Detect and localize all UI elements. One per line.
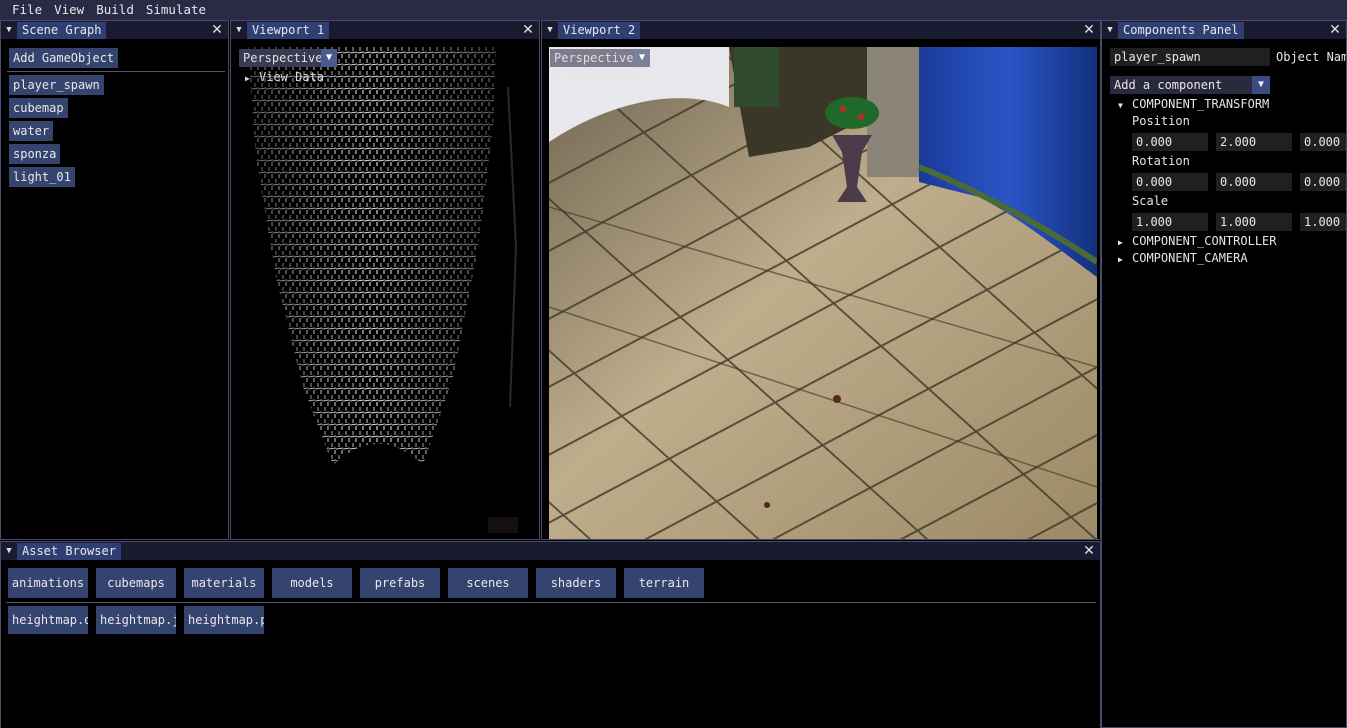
menu-simulate[interactable]: Simulate (140, 0, 212, 20)
rotation-label: Rotation (1132, 154, 1190, 168)
expand-triangle-icon: ▶ (556, 74, 561, 83)
viewport1-render[interactable] (238, 47, 538, 539)
close-x-icon[interactable]: ✕ (210, 21, 224, 39)
file-heightmap-d[interactable]: heightmap.d (8, 606, 88, 634)
add-component-dropdown[interactable]: Add a component ▼ (1110, 76, 1270, 94)
scene-object-light-01[interactable]: light_01 (9, 167, 75, 187)
scene-object-sponza[interactable]: sponza (9, 144, 61, 164)
viewport2-titlebar[interactable]: ▼ Viewport 2 ✕ (542, 21, 1100, 39)
projection-label: Perspective (554, 51, 634, 65)
folder-materials[interactable]: materials (184, 568, 264, 598)
rotation-y-field[interactable]: 0.000 (1216, 173, 1292, 191)
position-label: Position (1132, 114, 1190, 128)
controller-header-label: COMPONENT_CONTROLLER (1132, 234, 1277, 248)
transform-header-label: COMPONENT_TRANSFORM (1132, 97, 1270, 111)
viewport2-render[interactable] (549, 47, 1097, 539)
collapse-triangle-icon[interactable]: ▼ (3, 545, 15, 557)
divider (7, 71, 225, 72)
scene-graph-panel: ▼ Scene Graph ✕ Add GameObject player_sp… (0, 20, 229, 540)
position-x-field[interactable]: 0.000 (1132, 133, 1208, 151)
scale-label: Scale (1132, 194, 1169, 208)
file-heightmap-p[interactable]: heightmap.p (184, 606, 264, 634)
scene-graph-titlebar[interactable]: ▼ Scene Graph ✕ (1, 21, 228, 39)
file-heightmap-j[interactable]: heightmap.j (96, 606, 176, 634)
expand-triangle-icon: ▶ (245, 74, 250, 83)
component-camera-header[interactable]: ▶ COMPONENT_CAMERA (1118, 251, 1248, 265)
scale-x-field[interactable]: 1.000 (1132, 213, 1208, 231)
folder-scenes[interactable]: scenes (448, 568, 528, 598)
folder-animations[interactable]: animations (8, 568, 88, 598)
viewport2-panel: ▼ Viewport 2 ✕ Perspective ▼ ▶ View Data (541, 20, 1101, 540)
dropdown-arrow-icon: ▼ (634, 49, 650, 67)
folder-cubemaps[interactable]: cubemaps (96, 568, 176, 598)
menu-build[interactable]: Build (90, 0, 140, 20)
dropdown-arrow-icon: ▼ (321, 49, 337, 67)
dropdown-arrow-icon: ▼ (1252, 76, 1270, 94)
scale-z-field[interactable]: 1.000 (1300, 213, 1346, 231)
close-x-icon[interactable]: ✕ (1082, 542, 1096, 560)
viewport1-titlebar[interactable]: ▼ Viewport 1 ✕ (231, 21, 539, 39)
scene-object-water[interactable]: water (9, 121, 54, 141)
viewport2-projection-dropdown[interactable]: Perspective ▼ (550, 49, 650, 67)
close-x-icon[interactable]: ✕ (521, 21, 535, 39)
asset-browser-titlebar[interactable]: ▼ Asset Browser ✕ (1, 542, 1100, 560)
collapse-triangle-icon[interactable]: ▼ (1104, 24, 1116, 36)
viewport1-view-data[interactable]: ▶ View Data (245, 70, 324, 84)
scene-object-player-spawn[interactable]: player_spawn (9, 75, 104, 95)
rotation-x-field[interactable]: 0.000 (1132, 173, 1208, 191)
collapse-triangle-icon[interactable]: ▼ (3, 24, 15, 36)
scale-y-field[interactable]: 1.000 (1216, 213, 1292, 231)
component-controller-header[interactable]: ▶ COMPONENT_CONTROLLER (1118, 234, 1277, 248)
position-z-field[interactable]: 0.000 (1300, 133, 1346, 151)
view-data-label: View Data (570, 70, 636, 84)
components-panel: ▼ Components Panel ✕ player_spawn Object… (1101, 20, 1347, 728)
rotation-z-field[interactable]: 0.000 (1300, 173, 1346, 191)
close-x-icon[interactable]: ✕ (1082, 21, 1096, 39)
folder-models[interactable]: models (272, 568, 352, 598)
viewport2-title: Viewport 2 (558, 22, 641, 39)
add-gameobject-button[interactable]: Add GameObject (9, 48, 119, 68)
object-name-label: Object Nam (1276, 50, 1347, 64)
expand-triangle-icon: ▶ (1118, 255, 1123, 264)
position-y-field[interactable]: 2.000 (1216, 133, 1292, 151)
scene-object-cubemap[interactable]: cubemap (9, 98, 68, 118)
viewport1-panel: ▼ Viewport 1 ✕ Perspective ▼ ▶ View Data (230, 20, 540, 540)
menu-file[interactable]: File (0, 0, 48, 20)
expand-triangle-icon: ▶ (1118, 238, 1123, 247)
view-data-label: View Data (259, 70, 325, 84)
wireframe-render (248, 47, 518, 533)
scene-render (549, 47, 1097, 539)
menu-view[interactable]: View (48, 0, 90, 20)
projection-label: Perspective (243, 51, 323, 65)
folder-terrain[interactable]: terrain (624, 568, 704, 598)
camera-header-label: COMPONENT_CAMERA (1132, 251, 1248, 265)
folder-prefabs[interactable]: prefabs (360, 568, 440, 598)
viewport1-projection-dropdown[interactable]: Perspective ▼ (239, 49, 337, 67)
collapse-triangle-icon[interactable]: ▼ (233, 24, 245, 36)
add-component-label: Add a component (1114, 78, 1223, 92)
object-name-input[interactable]: player_spawn (1110, 48, 1270, 66)
scene-graph-title: Scene Graph (17, 22, 107, 39)
collapse-triangle-icon: ▼ (1118, 101, 1123, 110)
asset-browser-title: Asset Browser (17, 543, 121, 560)
collapse-triangle-icon[interactable]: ▼ (544, 24, 556, 36)
close-x-icon[interactable]: ✕ (1328, 21, 1342, 39)
component-transform-header[interactable]: ▼ COMPONENT_TRANSFORM (1118, 97, 1269, 111)
folder-shaders[interactable]: shaders (536, 568, 616, 598)
viewport2-view-data[interactable]: ▶ View Data (556, 70, 635, 84)
divider (6, 602, 1096, 603)
menubar: File View Build Simulate (0, 0, 1347, 20)
components-title: Components Panel (1118, 22, 1244, 39)
components-titlebar[interactable]: ▼ Components Panel ✕ (1102, 21, 1346, 39)
viewport1-title: Viewport 1 (247, 22, 330, 39)
